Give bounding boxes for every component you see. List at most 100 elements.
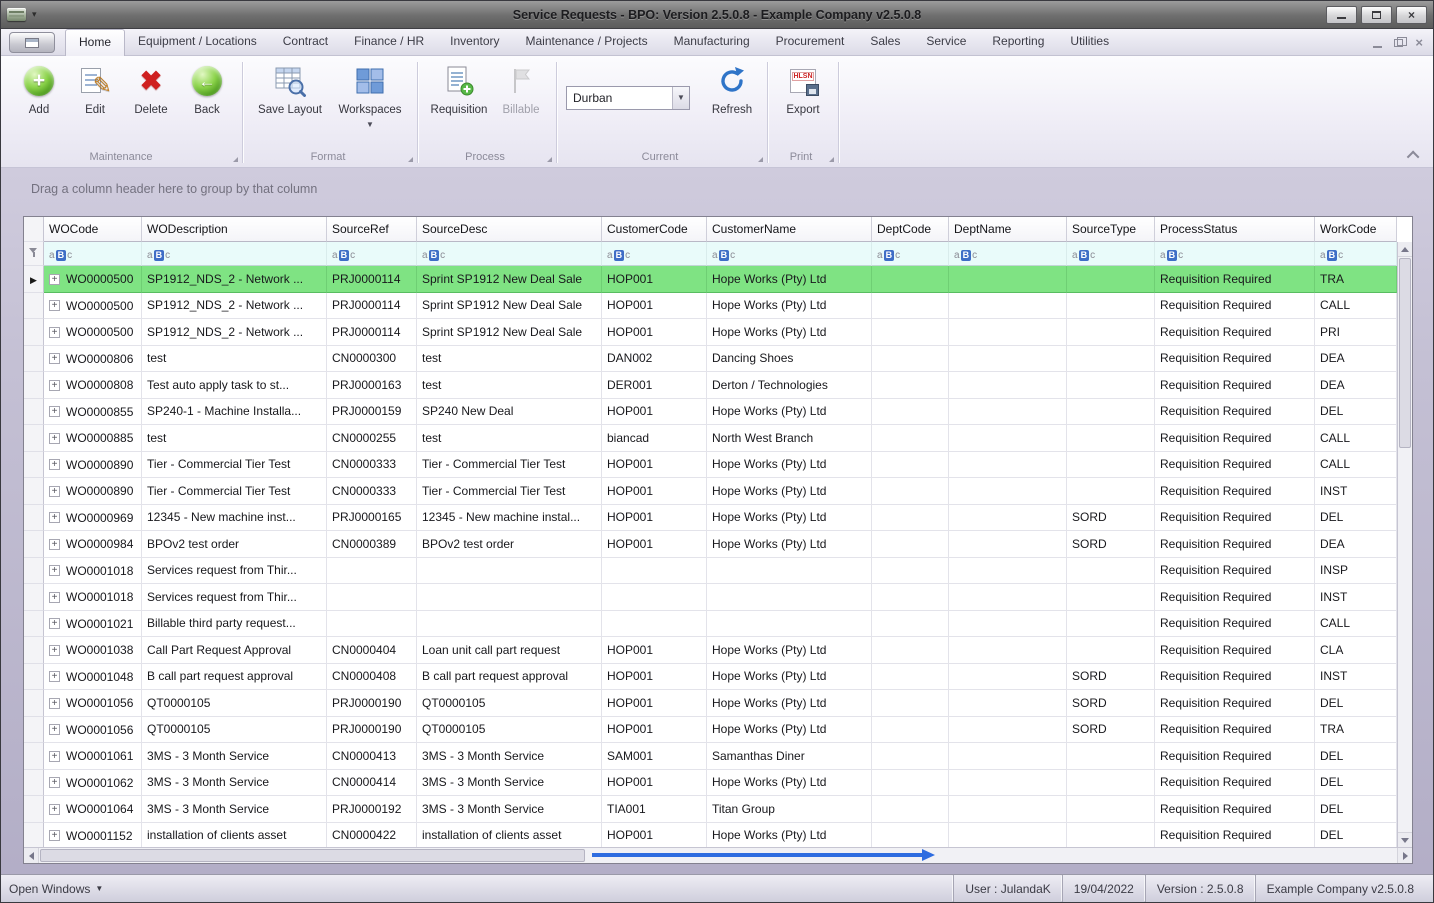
filter-cell-wodescription[interactable]: aBc [142, 242, 327, 266]
cell-customername[interactable]: Samanthas Diner [707, 743, 872, 770]
cell-sourceref[interactable]: PRJ0000114 [327, 319, 417, 346]
mdi-close-icon[interactable]: × [1415, 36, 1423, 49]
cell-sourceref[interactable] [327, 557, 417, 584]
cell-customername[interactable]: Titan Group [707, 796, 872, 823]
vertical-scrollbar[interactable] [1397, 242, 1412, 847]
cell-sourcetype[interactable] [1067, 557, 1155, 584]
cell-customername[interactable]: Hope Works (Pty) Ltd [707, 451, 872, 478]
grid-row[interactable]: + WO0000808 Test auto apply task to st... P… [24, 372, 1397, 399]
cell-sourcetype[interactable] [1067, 319, 1155, 346]
cell-wodescription[interactable]: Call Part Request Approval [142, 637, 327, 664]
expand-icon[interactable]: + [49, 326, 60, 338]
cell-customername[interactable]: Dancing Shoes [707, 345, 872, 372]
grid-row[interactable]: + WO0000984 BPOv2 test order CN0000389 BPOv2… [24, 531, 1397, 558]
workspaces-dropdown-icon[interactable]: ▼ [366, 120, 374, 129]
cell-customercode[interactable]: biancad [602, 425, 707, 452]
cell-wocode[interactable]: + WO0000806 [44, 345, 142, 372]
cell-workcode[interactable]: INSP [1315, 557, 1397, 584]
cell-sourceref[interactable]: CN0000255 [327, 425, 417, 452]
cell-customercode[interactable] [602, 584, 707, 611]
cell-workcode[interactable]: TRA [1315, 266, 1397, 293]
cell-wodescription[interactable]: SP1912_NDS_2 - Network ... [142, 266, 327, 293]
cell-customername[interactable] [707, 557, 872, 584]
cell-processstatus[interactable]: Requisition Required [1155, 769, 1315, 796]
cell-sourcedesc[interactable]: installation of clients asset [417, 822, 602, 849]
grid-row[interactable]: + WO0000885 test CN0000255 test biancad North … [24, 425, 1397, 452]
cell-sourcetype[interactable] [1067, 769, 1155, 796]
group-by-panel[interactable]: Drag a column header here to group by th… [1, 168, 1433, 216]
cell-deptname[interactable] [949, 690, 1067, 717]
cell-sourceref[interactable] [327, 584, 417, 611]
cell-wodescription[interactable]: Services request from Thir... [142, 557, 327, 584]
tab-contract[interactable]: Contract [270, 29, 341, 55]
column-header-sourcedesc[interactable]: SourceDesc [417, 217, 602, 242]
cell-deptname[interactable] [949, 796, 1067, 823]
scroll-right-button[interactable] [1397, 848, 1412, 863]
cell-sourcetype[interactable] [1067, 398, 1155, 425]
scroll-down-button[interactable] [1398, 832, 1412, 847]
mdi-minimize-icon[interactable] [1373, 45, 1383, 48]
tab-reporting[interactable]: Reporting [979, 29, 1057, 55]
cell-sourcetype[interactable]: SORD [1067, 663, 1155, 690]
cell-sourcetype[interactable]: SORD [1067, 716, 1155, 743]
cell-sourceref[interactable]: CN0000389 [327, 531, 417, 558]
dialog-launcher-icon[interactable] [758, 157, 763, 162]
cell-wodescription[interactable]: installation of clients asset [142, 822, 327, 849]
cell-wocode[interactable]: + WO0000984 [44, 531, 142, 558]
cell-deptname[interactable] [949, 663, 1067, 690]
grid-row[interactable]: + WO0000969 12345 - New machine inst... PRJ… [24, 504, 1397, 531]
cell-deptcode[interactable] [872, 743, 949, 770]
cell-wodescription[interactable]: SP1912_NDS_2 - Network ... [142, 292, 327, 319]
expand-icon[interactable]: + [49, 353, 60, 365]
cell-sourcetype[interactable] [1067, 425, 1155, 452]
grid-row[interactable]: + WO0001064 3MS - 3 Month Service PRJ000019… [24, 796, 1397, 823]
cell-wodescription[interactable]: Billable third party request... [142, 610, 327, 637]
cell-processstatus[interactable]: Requisition Required [1155, 584, 1315, 611]
cell-sourceref[interactable]: CN0000404 [327, 637, 417, 664]
requisition-button[interactable]: Requisition [425, 60, 493, 148]
back-button[interactable]: ← Back [179, 60, 235, 148]
cell-sourcetype[interactable] [1067, 451, 1155, 478]
cell-customername[interactable]: Hope Works (Pty) Ltd [707, 531, 872, 558]
grid-row[interactable]: + WO0001021 Billable third party request..… [24, 610, 1397, 637]
cell-processstatus[interactable]: Requisition Required [1155, 743, 1315, 770]
cell-sourcedesc[interactable]: Loan unit call part request [417, 637, 602, 664]
cell-customercode[interactable]: HOP001 [602, 716, 707, 743]
cell-customercode[interactable]: HOP001 [602, 451, 707, 478]
cell-customername[interactable]: Hope Works (Pty) Ltd [707, 398, 872, 425]
cell-customername[interactable]: Derton / Technologies [707, 372, 872, 399]
filter-cell-processstatus[interactable]: aBc [1155, 242, 1315, 266]
cell-deptname[interactable] [949, 743, 1067, 770]
cell-sourceref[interactable]: PRJ0000190 [327, 716, 417, 743]
cell-processstatus[interactable]: Requisition Required [1155, 266, 1315, 293]
cell-sourcedesc[interactable]: B call part request approval [417, 663, 602, 690]
cell-sourcedesc[interactable]: 12345 - New machine instal... [417, 504, 602, 531]
cell-wocode[interactable]: + WO0001021 [44, 610, 142, 637]
cell-workcode[interactable]: DEA [1315, 372, 1397, 399]
cell-processstatus[interactable]: Requisition Required [1155, 690, 1315, 717]
cell-customercode[interactable]: HOP001 [602, 266, 707, 293]
cell-wodescription[interactable]: QT0000105 [142, 716, 327, 743]
horizontal-scrollbar[interactable] [24, 847, 1412, 863]
cell-deptcode[interactable] [872, 451, 949, 478]
cell-wocode[interactable]: + WO0001056 [44, 690, 142, 717]
cell-deptname[interactable] [949, 345, 1067, 372]
close-button[interactable]: × [1396, 5, 1427, 24]
grid-row[interactable]: + WO0000806 test CN0000300 test DAN002 Dancing… [24, 345, 1397, 372]
cell-workcode[interactable]: TRA [1315, 716, 1397, 743]
cell-workcode[interactable]: INST [1315, 663, 1397, 690]
column-header-customername[interactable]: CustomerName [707, 217, 872, 242]
cell-customername[interactable]: Hope Works (Pty) Ltd [707, 663, 872, 690]
cell-deptcode[interactable] [872, 796, 949, 823]
cell-processstatus[interactable]: Requisition Required [1155, 716, 1315, 743]
cell-customername[interactable] [707, 584, 872, 611]
edit-button[interactable]: ✎ Edit [67, 60, 123, 148]
expand-icon[interactable]: + [49, 300, 60, 312]
cell-deptcode[interactable] [872, 504, 949, 531]
cell-wodescription[interactable]: SP1912_NDS_2 - Network ... [142, 319, 327, 346]
cell-deptname[interactable] [949, 822, 1067, 849]
expand-icon[interactable]: + [49, 644, 60, 656]
cell-workcode[interactable]: DEA [1315, 531, 1397, 558]
cell-customercode[interactable]: HOP001 [602, 690, 707, 717]
cell-deptname[interactable] [949, 319, 1067, 346]
